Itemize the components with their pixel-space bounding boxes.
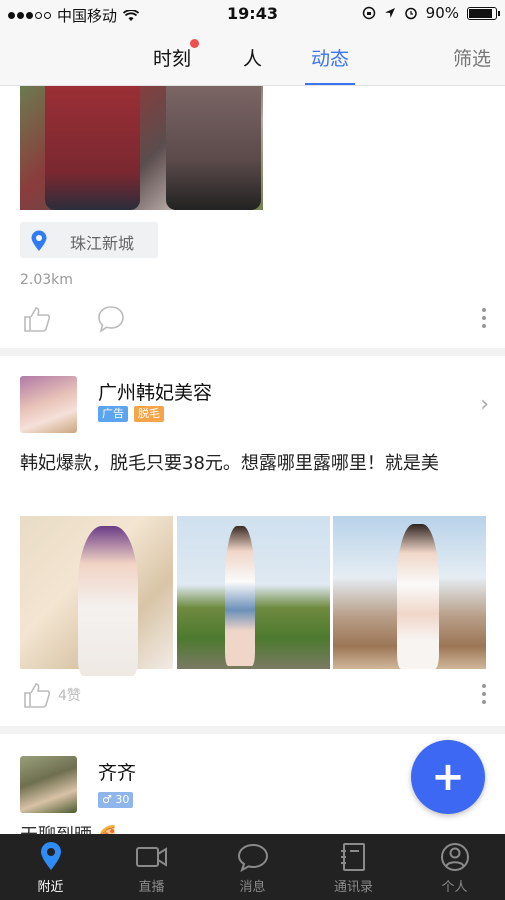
bottom-nav: 附近 直播 消息 通讯录 个人	[0, 834, 505, 900]
post-text: 天聊到晒 🍕	[20, 822, 490, 834]
bottom-nav-label: 直播	[138, 880, 165, 895]
top-nav: 时刻 人 动态 筛选	[0, 28, 505, 86]
status-right: 90%	[362, 4, 500, 22]
more-options-button[interactable]	[482, 684, 486, 704]
location-label: 珠江新城	[70, 234, 135, 253]
bottom-nav-label: 个人	[441, 880, 468, 895]
alarm-icon	[404, 7, 417, 20]
create-post-button[interactable]: +	[411, 740, 485, 814]
tab-feed-label: 动态	[311, 48, 350, 70]
location-pin-icon	[31, 230, 47, 251]
bottom-nav-live[interactable]: 直播	[101, 834, 202, 900]
bottom-nav-label: 通讯录	[333, 880, 373, 895]
tag-badge: 脱毛	[134, 406, 164, 422]
post-image[interactable]	[20, 86, 263, 210]
author-name[interactable]: 广州韩妃美容	[98, 378, 212, 405]
distance-label: 2.03km	[20, 272, 73, 288]
ad-badge: 广告	[98, 406, 128, 422]
location-pin-icon	[40, 842, 61, 870]
post-text: 韩妃爆款，脱毛只要38元。想露哪里露哪里！就是美	[20, 453, 439, 474]
post-photo[interactable]	[20, 516, 173, 676]
video-camera-icon	[135, 847, 167, 867]
battery-percent: 90%	[425, 4, 459, 22]
chevron-right-icon[interactable]: ›	[480, 392, 489, 417]
tab-people-label: 人	[243, 48, 263, 70]
post-photo[interactable]	[177, 516, 330, 669]
like-button[interactable]	[22, 304, 52, 334]
post-photo[interactable]	[333, 516, 486, 669]
tab-people[interactable]: 人	[243, 44, 262, 71]
comment-icon	[98, 306, 124, 333]
like-button[interactable]: 4赞	[22, 680, 81, 710]
notification-dot	[190, 39, 200, 48]
post-actions	[20, 304, 490, 338]
filter-button[interactable]: 筛选	[453, 44, 491, 71]
battery-icon	[467, 6, 500, 20]
more-options-button[interactable]	[482, 308, 486, 328]
active-tab-indicator	[305, 83, 356, 85]
avatar[interactable]	[20, 376, 77, 433]
author-name[interactable]: 齐齐	[98, 758, 136, 785]
post-actions: 4赞	[20, 680, 490, 714]
tab-moments-label: 时刻	[153, 48, 192, 70]
comment-button[interactable]	[96, 304, 126, 334]
bottom-nav-label: 附近	[37, 880, 64, 895]
status-bar: 中国移动 19:43 90%	[0, 0, 505, 28]
bottom-nav-label: 消息	[239, 880, 266, 895]
location-arrow-icon	[384, 8, 395, 18]
plus-icon: +	[431, 754, 465, 800]
divider	[0, 726, 505, 734]
divider	[0, 348, 505, 356]
bottom-nav-nearby[interactable]: 附近	[0, 834, 101, 900]
feed[interactable]: 珠江新城 2.03km 广州韩妃美容 广告 脱毛 › 韩妃爆款，脱毛只要38元。…	[0, 86, 505, 834]
avatar[interactable]	[20, 756, 77, 813]
bottom-nav-messages[interactable]: 消息	[202, 834, 303, 900]
bottom-nav-contacts[interactable]: 通讯录	[303, 834, 404, 900]
like-count: 4赞	[58, 688, 81, 704]
thumbs-up-icon	[24, 683, 51, 708]
rotation-lock-icon	[362, 6, 375, 20]
tab-moments[interactable]: 时刻	[153, 39, 200, 71]
bottom-nav-profile[interactable]: 个人	[404, 834, 505, 900]
location-tag[interactable]: 珠江新城	[20, 222, 158, 258]
gender-age-badge: ♂ 30	[98, 792, 134, 808]
tab-feed[interactable]: 动态	[305, 44, 356, 85]
person-icon	[440, 843, 469, 871]
thumbs-up-icon	[24, 307, 51, 332]
contacts-book-icon	[340, 843, 365, 871]
chat-bubble-icon	[237, 843, 268, 872]
